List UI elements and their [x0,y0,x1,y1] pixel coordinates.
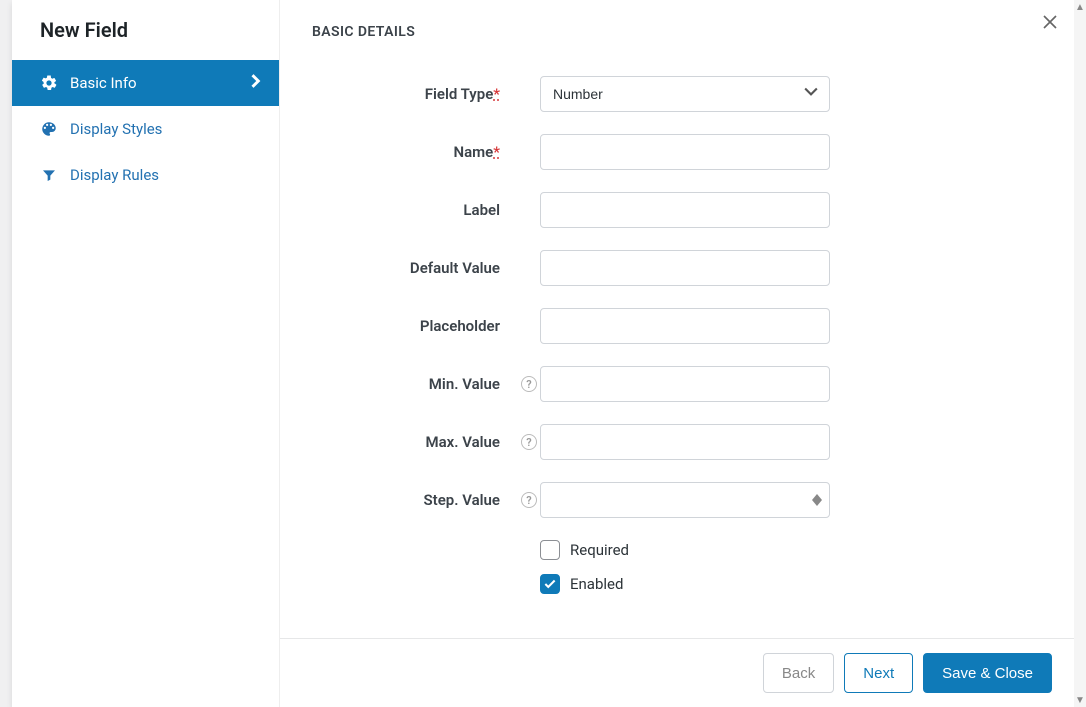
sidebar-item-display-styles[interactable]: Display Styles [12,106,279,152]
back-button[interactable]: Back [763,653,834,693]
row-default-value: Default Value [340,250,1042,286]
help-icon[interactable]: ? [521,492,537,508]
label-label: Label [340,201,518,219]
enabled-label: Enabled [570,575,623,593]
label-step-value: Step. Value [340,491,518,509]
max-value-input[interactable] [540,424,830,460]
required-mark: * [493,85,500,103]
next-button[interactable]: Next [844,653,913,693]
sidebar-item-basic-info[interactable]: Basic Info [12,60,279,106]
modal-main: BASIC DETAILS Field Type* Number [280,0,1074,707]
row-step-value: Step. Value ? [340,482,1042,518]
label-max-value: Max. Value [340,433,518,451]
chevron-right-icon [251,74,261,92]
sidebar-nav: Basic Info Display Styles Display Rules [12,60,279,198]
new-field-modal: New Field Basic Info Display Styles [12,0,1074,707]
label-default-value: Default Value [340,259,518,277]
close-icon [1041,12,1059,36]
row-label: Label [340,192,1042,228]
form-area: Field Type* Number Name* [280,46,1074,638]
modal-footer: Back Next Save & Close [280,638,1074,707]
label-min-value: Min. Value [340,375,518,393]
modal-sidebar: New Field Basic Info Display Styles [12,0,280,707]
modal-title: New Field [12,0,279,60]
sidebar-item-display-rules[interactable]: Display Rules [12,152,279,198]
row-placeholder: Placeholder [340,308,1042,344]
name-input[interactable] [540,134,830,170]
sidebar-item-label: Basic Info [70,74,137,92]
placeholder-input[interactable] [540,308,830,344]
sidebar-item-label: Display Styles [70,120,162,138]
close-button[interactable] [1034,8,1066,40]
required-checkbox[interactable] [540,540,560,560]
help-icon[interactable]: ? [521,434,537,450]
min-value-input[interactable] [540,366,830,402]
help-icon[interactable]: ? [521,376,537,392]
gear-icon [40,74,58,92]
filter-icon [40,166,58,184]
row-min-value: Min. Value ? [340,366,1042,402]
enabled-checkbox[interactable] [540,574,560,594]
sidebar-item-label: Display Rules [70,166,159,184]
field-type-select[interactable]: Number [540,76,830,112]
label-field-type: Field Type* [340,85,518,103]
row-enabled: Enabled [540,574,1042,594]
scroll-up-icon: ▲ [1074,0,1086,14]
row-field-type: Field Type* Number [340,76,1042,112]
row-max-value: Max. Value ? [340,424,1042,460]
required-mark: * [493,143,500,161]
save-close-button[interactable]: Save & Close [923,653,1052,693]
label-input[interactable] [540,192,830,228]
scroll-down-icon: ▼ [1074,693,1086,707]
section-title: BASIC DETAILS [280,0,1074,46]
label-name: Name* [340,143,518,161]
scrollbar-track[interactable]: ▲ ▼ [1074,0,1086,707]
palette-icon [40,120,58,138]
row-required: Required [540,540,1042,560]
label-placeholder: Placeholder [340,317,518,335]
required-label: Required [570,541,629,559]
default-value-input[interactable] [540,250,830,286]
row-name: Name* [340,134,1042,170]
step-value-input[interactable] [540,482,830,518]
